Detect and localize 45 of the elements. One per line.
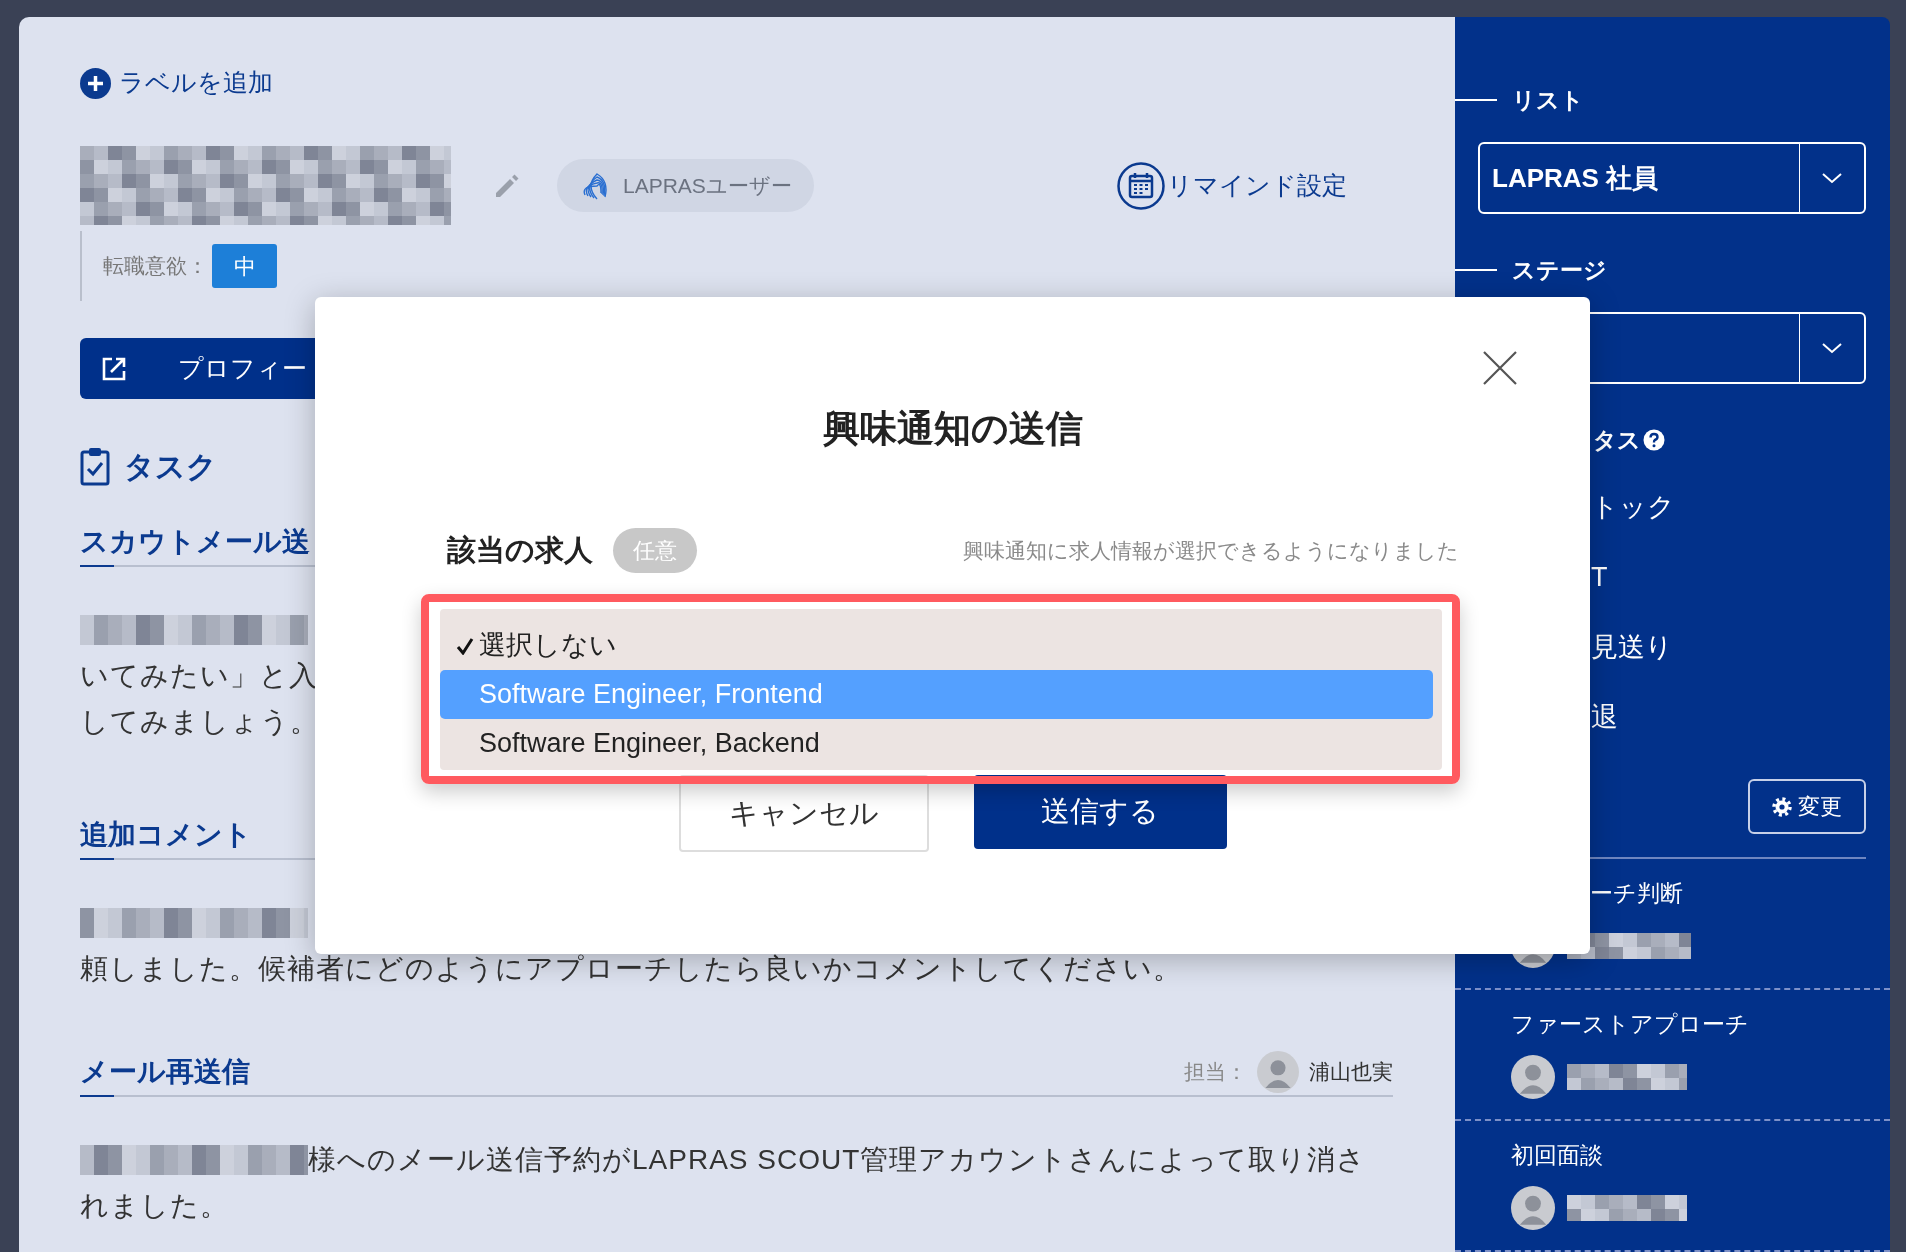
tag-label: LAPRASユーザー: [623, 172, 792, 199]
field-label: タス: [1593, 425, 1641, 455]
message-text: してみましょう。: [80, 705, 319, 739]
status-option[interactable]: トック: [1591, 472, 1675, 542]
assignee-name: 浦山也実: [1309, 1059, 1393, 1086]
modal-title: 興味通知の送信: [821, 407, 1084, 451]
change-button[interactable]: 変更: [1748, 779, 1866, 834]
role-label: ファーストアプローチ: [1511, 1010, 1750, 1038]
assignee-label: 担当：: [1184, 1059, 1247, 1086]
message-text: いてみたい」と入: [80, 659, 318, 693]
chevron-down-icon: [1821, 172, 1843, 184]
message-text: れました。: [80, 1189, 229, 1223]
section-title: スカウトメール送: [80, 525, 310, 559]
check-icon: [456, 636, 474, 655]
level-badge: 中: [212, 244, 277, 288]
avatar: [1257, 1051, 1299, 1093]
role-label: ーチ判断: [1589, 879, 1684, 907]
dropdown-option[interactable]: Software Engineer, Backend: [440, 719, 1433, 768]
message-text: 頼しました。候補者にどのようにアプローチしたら良いかコメントしてください。: [80, 952, 1182, 986]
motivation-label: 転職意欲：: [103, 253, 208, 280]
avatar: [1511, 1186, 1555, 1230]
message-text: 様へのメール送信予約がLAPRAS SCOUT管理アカウントさんによって取り消さ: [308, 1143, 1367, 1177]
list-select[interactable]: LAPRAS 社員: [1478, 142, 1866, 214]
status-option[interactable]: 見送り: [1591, 612, 1673, 682]
settings-icon: [1772, 796, 1792, 817]
calendar-icon: [1117, 161, 1165, 210]
clipboard-check-icon: [80, 446, 110, 486]
field-label: リスト: [1512, 85, 1584, 115]
help-icon[interactable]: [1643, 429, 1665, 451]
hint-text: 興味通知に求人情報が選択できるようになりました: [963, 537, 1459, 564]
dropdown-option[interactable]: 選択しない: [440, 621, 1433, 670]
field-label: 該当の求人: [447, 532, 593, 568]
field-label: ステージ: [1512, 255, 1607, 285]
close-button[interactable]: [1482, 350, 1518, 386]
plus-icon: [80, 67, 111, 99]
add-label-link[interactable]: ラベルを追加: [80, 66, 273, 100]
role-label: 初回面談: [1511, 1141, 1604, 1169]
section-heading: タスク: [124, 448, 217, 485]
status-option[interactable]: 退: [1591, 682, 1618, 752]
chevron-down-icon: [1821, 342, 1843, 354]
remind-settings-link[interactable]: リマインド設定: [1117, 161, 1347, 210]
avatar: [1511, 1055, 1555, 1099]
status-option[interactable]: T: [1591, 542, 1608, 612]
section-title: メール再送信: [80, 1055, 250, 1089]
section-title: 追加コメント: [80, 818, 252, 852]
